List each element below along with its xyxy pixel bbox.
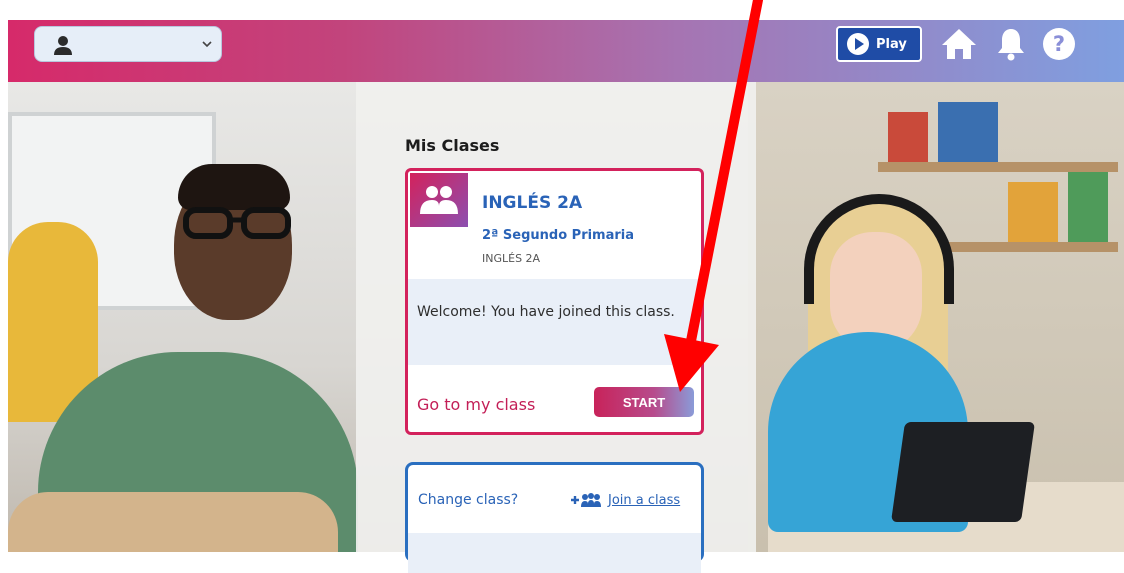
shelf [878,162,1118,172]
section-title: Mis Clases [405,136,500,155]
play-icon [847,33,869,55]
book [1068,172,1108,242]
change-card-footer [408,533,701,573]
help-icon[interactable]: ? [1041,26,1077,62]
class-subtitle: INGLÉS 2A [482,252,541,265]
join-class-link[interactable]: Join a class [608,493,680,508]
glasses [183,207,291,239]
desk [8,492,338,552]
play-button[interactable]: Play [836,26,922,62]
book [938,102,998,162]
play-label: Play [876,36,907,52]
chevron-down-icon [202,41,212,48]
home-icon[interactable] [940,27,978,61]
welcome-area: Welcome! You have joined this class. [408,279,701,365]
join-class-control[interactable]: Join a class [570,492,680,508]
top-header-bar: Play ? [8,20,1124,82]
welcome-message: Welcome! You have joined this class. [417,304,675,320]
group-icon [420,186,458,214]
class-card: INGLÉS 2A 2ª Segundo Primaria INGLÉS 2A … [405,168,704,435]
add-group-icon [571,493,601,507]
book [1008,182,1058,242]
change-class-card: Change class? Join a class [405,462,704,573]
start-button[interactable]: START [594,387,694,417]
book [888,112,928,162]
class-name[interactable]: INGLÉS 2A [482,193,582,213]
class-icon-box [410,173,468,227]
person-icon [54,36,72,55]
svg-text:?: ? [1053,32,1065,56]
user-select-dropdown[interactable] [34,26,222,62]
bell-icon[interactable] [996,27,1026,61]
tablet [890,422,1036,522]
change-class-question: Change class? [418,492,519,508]
class-grade: 2ª Segundo Primaria [482,228,635,243]
go-to-class-link[interactable]: Go to my class [417,395,535,414]
boy-hair [178,164,290,210]
